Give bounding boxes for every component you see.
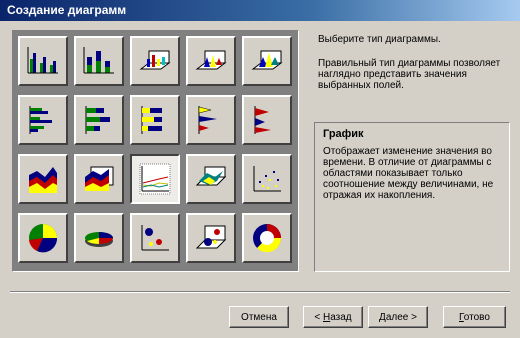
chart-type-bar-stacked-100[interactable] (130, 95, 180, 145)
bar-stacked-100-icon (141, 106, 162, 134)
line-icon (139, 163, 171, 195)
chart-type-line[interactable] (130, 154, 180, 204)
chart-type-surface-3d[interactable] (186, 154, 236, 204)
chart-type-doughnut[interactable] (242, 213, 292, 263)
description-title: График (323, 128, 364, 140)
back-button-label: < Назад (314, 311, 352, 323)
next-button[interactable]: Далее > (368, 306, 428, 328)
window-title: Создание диаграмм (7, 3, 127, 17)
bubble-3d-icon (195, 225, 227, 249)
column-3d-pyramid-icon (251, 50, 283, 70)
scatter-icon (253, 166, 281, 192)
column-3d-icon (139, 50, 171, 70)
chart-type-column-3d[interactable] (130, 36, 180, 86)
finish-button-label: Готово (459, 311, 490, 323)
chart-type-bar-stacked[interactable] (74, 95, 124, 145)
chart-type-bar-pyramid[interactable] (242, 95, 292, 145)
description-text: Отображает изменение значения во времени… (323, 146, 494, 201)
chart-wizard-dialog: Создание диаграмм Выберите тип диаграммы… (0, 0, 520, 338)
cancel-button[interactable]: Отмена (229, 306, 289, 328)
chart-type-column-stacked[interactable] (74, 36, 124, 86)
chart-type-area[interactable] (18, 154, 68, 204)
bar-pyramid-icon (254, 106, 271, 134)
doughnut-icon (253, 224, 282, 253)
chart-type-column-3d-cone[interactable] (186, 36, 236, 86)
chart-type-column-3d-pyramid[interactable] (242, 36, 292, 86)
bar-stacked-icon (85, 106, 110, 134)
chart-type-pie-3d[interactable] (74, 213, 124, 263)
chart-type-grid (12, 30, 299, 272)
chart-type-bar-clustered[interactable] (18, 95, 68, 145)
column-stacked-icon (83, 47, 114, 74)
bar-cone-icon (198, 106, 217, 134)
description-panel: График Отображает изменение значения во … (314, 122, 510, 272)
chart-type-area-3d[interactable] (74, 154, 124, 204)
pie-3d-icon (85, 232, 113, 247)
chart-type-bar-cone[interactable] (186, 95, 236, 145)
chart-type-bubble[interactable] (130, 213, 180, 263)
instruction-hint: Правильный тип диаграммы позволяет нагля… (318, 58, 501, 91)
chart-type-scatter[interactable] (242, 154, 292, 204)
title-bar: Создание диаграмм (0, 0, 520, 21)
area-icon (29, 167, 57, 193)
surface-3d-icon (195, 166, 227, 186)
chart-type-bubble-3d[interactable] (186, 213, 236, 263)
pie-icon (29, 224, 58, 253)
separator (10, 291, 510, 293)
cancel-button-label: Отмена (241, 311, 277, 323)
column-3d-cone-icon (195, 50, 227, 70)
bubble-icon (141, 225, 169, 251)
chart-type-column-clustered[interactable] (18, 36, 68, 86)
instruction-text: Выберите тип диаграммы. (318, 34, 441, 45)
chart-type-pie[interactable] (18, 213, 68, 263)
bar-clustered-icon (29, 106, 52, 134)
next-button-label: Далее > (379, 311, 417, 323)
area-3d-icon (85, 166, 114, 191)
column-clustered-icon (27, 47, 58, 74)
back-button[interactable]: < Назад (303, 306, 363, 328)
finish-button[interactable]: Готово (443, 306, 506, 328)
